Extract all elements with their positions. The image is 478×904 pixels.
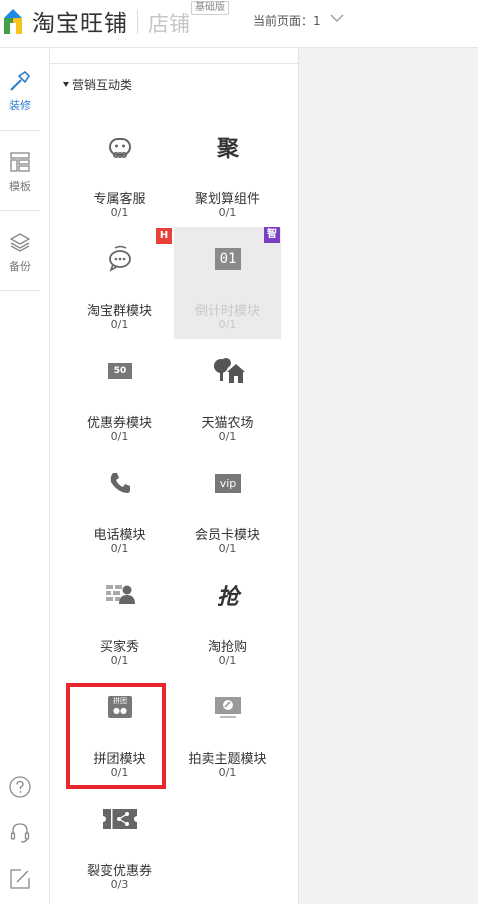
juhuasuan-icon: 聚: [216, 137, 239, 162]
module-tile-taobao-group[interactable]: H 淘宝群模块 0/1: [66, 223, 173, 335]
module-count: 0/1: [110, 318, 129, 331]
group-chat-icon: [102, 241, 138, 277]
panel-divider: [50, 63, 298, 64]
rail-label-template: 模板: [9, 180, 31, 193]
hot-badge: H: [156, 228, 172, 244]
chevron-down-icon[interactable]: [330, 13, 344, 23]
module-name: 电话模块: [93, 528, 146, 543]
smart-badge: 智: [264, 227, 280, 243]
category-header[interactable]: 营销互动类: [63, 76, 132, 93]
edit-icon[interactable]: [8, 867, 32, 891]
left-icon-rail: 装修 模板 备份: [0, 48, 50, 904]
module-count: 0/1: [110, 654, 129, 667]
share-coupon-icon: [102, 801, 138, 837]
module-tile-share-coupon[interactable]: 裂变优惠券 0/3: [66, 783, 173, 895]
brush-icon: [10, 70, 31, 91]
module-tile-juhuasuan[interactable]: 聚 聚划算组件 0/1: [174, 111, 281, 223]
module-tile-exclusive-service[interactable]: 专属客服 0/1: [66, 111, 173, 223]
module-tile-flash-sale[interactable]: 抢 淘抢购 0/1: [174, 559, 281, 671]
headset-icon[interactable]: [8, 820, 32, 844]
module-name: 聚划算组件: [194, 192, 260, 207]
canvas-workspace[interactable]: [299, 48, 478, 904]
phone-icon: [102, 465, 138, 501]
brand-name: 淘宝旺铺: [32, 11, 128, 37]
module-tile-vip-card[interactable]: vip 会员卡模块 0/1: [174, 447, 281, 559]
module-name: 专属客服: [93, 192, 146, 207]
edition-badge: 基础版: [191, 1, 229, 15]
auction-icon: [210, 689, 246, 725]
coupon-icon: 50: [102, 353, 138, 389]
module-count: 0/1: [218, 654, 237, 667]
module-name: 拍卖主题模块: [188, 752, 267, 767]
module-tile-countdown: 智 01 倒计时模块 0/1: [174, 227, 281, 339]
countdown-icon: 01: [210, 241, 246, 277]
module-tile-buyer-show[interactable]: 买家秀 0/1: [66, 559, 173, 671]
module-count: 0/1: [110, 542, 129, 555]
rail-item-backup[interactable]: 备份: [0, 231, 40, 274]
layers-icon: [9, 233, 31, 252]
module-name: 淘抢购: [207, 640, 247, 655]
taobao-wangpu-logo: [0, 6, 26, 36]
module-name: 优惠券模块: [86, 416, 152, 431]
vip-card-icon: vip: [210, 465, 246, 501]
module-name: 淘宝群模块: [86, 304, 152, 319]
module-name: 天猫农场: [201, 416, 254, 431]
module-tile-phone[interactable]: 电话模块 0/1: [66, 447, 173, 559]
module-count: 0/1: [110, 430, 129, 443]
module-name: 倒计时模块: [194, 304, 260, 319]
top-header: 淘宝旺铺 店铺 基础版 当前页面：1: [0, 0, 478, 48]
highlight-box: [66, 683, 166, 789]
module-name: 会员卡模块: [194, 528, 260, 543]
category-title: 营销互动类: [72, 78, 133, 92]
rail-divider: [0, 210, 40, 211]
shop-label[interactable]: 店铺: [148, 8, 190, 38]
rail-item-template[interactable]: 模板: [0, 151, 40, 194]
module-tile-auction[interactable]: 拍卖主题模块 0/1: [174, 671, 281, 783]
farm-icon: [210, 353, 246, 389]
module-count: 0/1: [218, 206, 237, 219]
module-count: 0/1: [218, 318, 237, 331]
current-page-indicator[interactable]: 当前页面：1: [253, 12, 321, 29]
rail-label-decorate: 装修: [9, 99, 31, 112]
rail-label-backup: 备份: [9, 260, 31, 273]
flash-sale-icon: 抢: [216, 585, 239, 610]
module-count: 0/1: [218, 430, 237, 443]
module-tile-coupon[interactable]: 50 优惠券模块 0/1: [66, 335, 173, 447]
template-icon: [10, 152, 30, 172]
module-count: 0/1: [218, 542, 237, 555]
rail-item-decorate[interactable]: 装修: [0, 70, 40, 113]
module-name: 买家秀: [99, 640, 139, 655]
brand-divider: [137, 10, 138, 34]
rail-divider: [0, 130, 40, 131]
module-name: 裂变优惠券: [86, 864, 152, 879]
module-tile-tmall-farm[interactable]: 天猫农场 0/1: [174, 335, 281, 447]
help-icon[interactable]: [8, 775, 32, 799]
service-bot-icon: [102, 129, 138, 165]
buyer-show-icon: [102, 577, 138, 613]
module-count: 0/1: [218, 766, 237, 779]
caret-down-icon: [63, 82, 69, 87]
rail-divider: [0, 290, 40, 291]
module-count: 0/1: [110, 206, 129, 219]
module-count: 0/3: [110, 878, 129, 891]
